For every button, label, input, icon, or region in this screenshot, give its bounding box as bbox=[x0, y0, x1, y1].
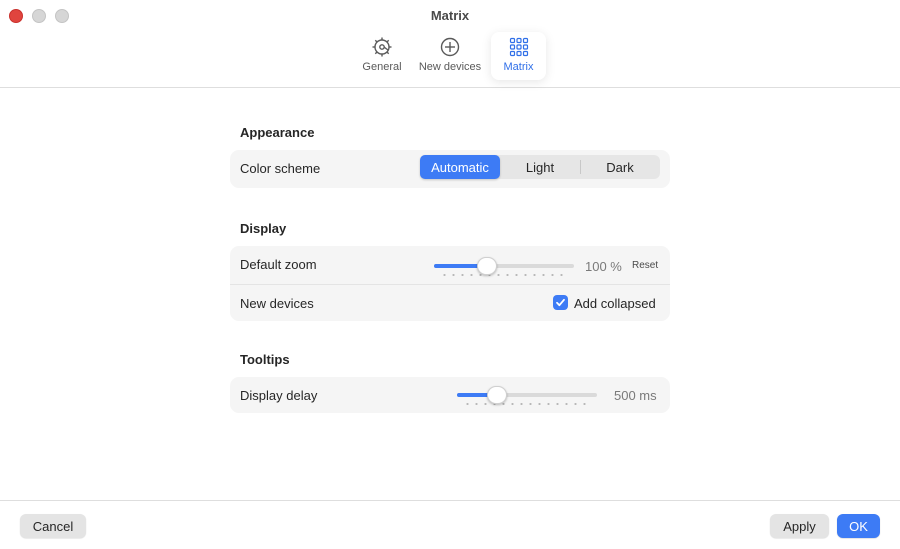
window-title: Matrix bbox=[430, 8, 470, 23]
tab-new-devices[interactable]: New devices bbox=[413, 32, 487, 80]
add-collapsed-checkbox[interactable] bbox=[553, 295, 568, 310]
tab-matrix[interactable]: Matrix bbox=[491, 32, 546, 80]
new-devices-row: New devices Add collapsed bbox=[230, 284, 670, 322]
tab-matrix-label: Matrix bbox=[503, 61, 534, 73]
plus-circle-icon bbox=[440, 37, 460, 57]
display-delay-slider-thumb[interactable] bbox=[487, 386, 507, 404]
ok-button[interactable]: OK bbox=[837, 514, 880, 538]
preferences-window: Matrix General New devices Matrix Appear… bbox=[0, 0, 900, 549]
display-delay-slider-ticks bbox=[463, 403, 591, 405]
footer-bar: Cancel Apply OK bbox=[0, 500, 900, 549]
tooltips-section-title: Tooltips bbox=[240, 352, 290, 367]
display-delay-value: 500 ms bbox=[614, 388, 657, 403]
display-delay-label: Display delay bbox=[240, 388, 318, 403]
gear-icon bbox=[372, 37, 392, 57]
default-zoom-slider-thumb[interactable] bbox=[477, 257, 498, 275]
tab-general-label: General bbox=[362, 61, 402, 73]
grid-icon bbox=[509, 37, 528, 57]
display-delay-slider[interactable] bbox=[457, 386, 597, 405]
color-scheme-light[interactable]: Light bbox=[500, 155, 580, 179]
apply-button[interactable]: Apply bbox=[770, 514, 829, 538]
default-zoom-row: Default zoom 100 % Reset bbox=[230, 246, 670, 284]
checkmark-icon bbox=[556, 298, 565, 307]
color-scheme-row: Color scheme Automatic Light Dark bbox=[230, 150, 670, 188]
new-devices-label: New devices bbox=[240, 296, 314, 311]
tab-new-devices-label: New devices bbox=[418, 61, 482, 73]
add-collapsed-label[interactable]: Add collapsed bbox=[574, 296, 656, 311]
default-zoom-slider[interactable] bbox=[434, 257, 574, 276]
zoom-reset-button[interactable]: Reset bbox=[632, 260, 658, 271]
display-group: Default zoom 100 % Reset New devices Add… bbox=[230, 246, 670, 321]
tab-general[interactable]: General bbox=[356, 32, 408, 80]
tooltips-group: Display delay 500 ms bbox=[230, 377, 670, 413]
color-scheme-label: Color scheme bbox=[240, 161, 321, 176]
title-bar: Matrix General New devices Matrix bbox=[0, 0, 900, 88]
appearance-group: Color scheme Automatic Light Dark bbox=[230, 150, 670, 188]
color-scheme-segmented-control: Automatic Light Dark bbox=[420, 155, 660, 179]
cancel-button[interactable]: Cancel bbox=[20, 514, 86, 538]
default-zoom-label: Default zoom bbox=[240, 257, 317, 272]
display-delay-row: Display delay 500 ms bbox=[230, 377, 670, 413]
appearance-section-title: Appearance bbox=[240, 125, 315, 140]
color-scheme-dark[interactable]: Dark bbox=[580, 155, 660, 179]
default-zoom-slider-ticks bbox=[440, 274, 568, 276]
display-section-title: Display bbox=[240, 221, 287, 236]
default-zoom-value: 100 % bbox=[585, 259, 622, 274]
color-scheme-automatic[interactable]: Automatic bbox=[420, 155, 500, 179]
